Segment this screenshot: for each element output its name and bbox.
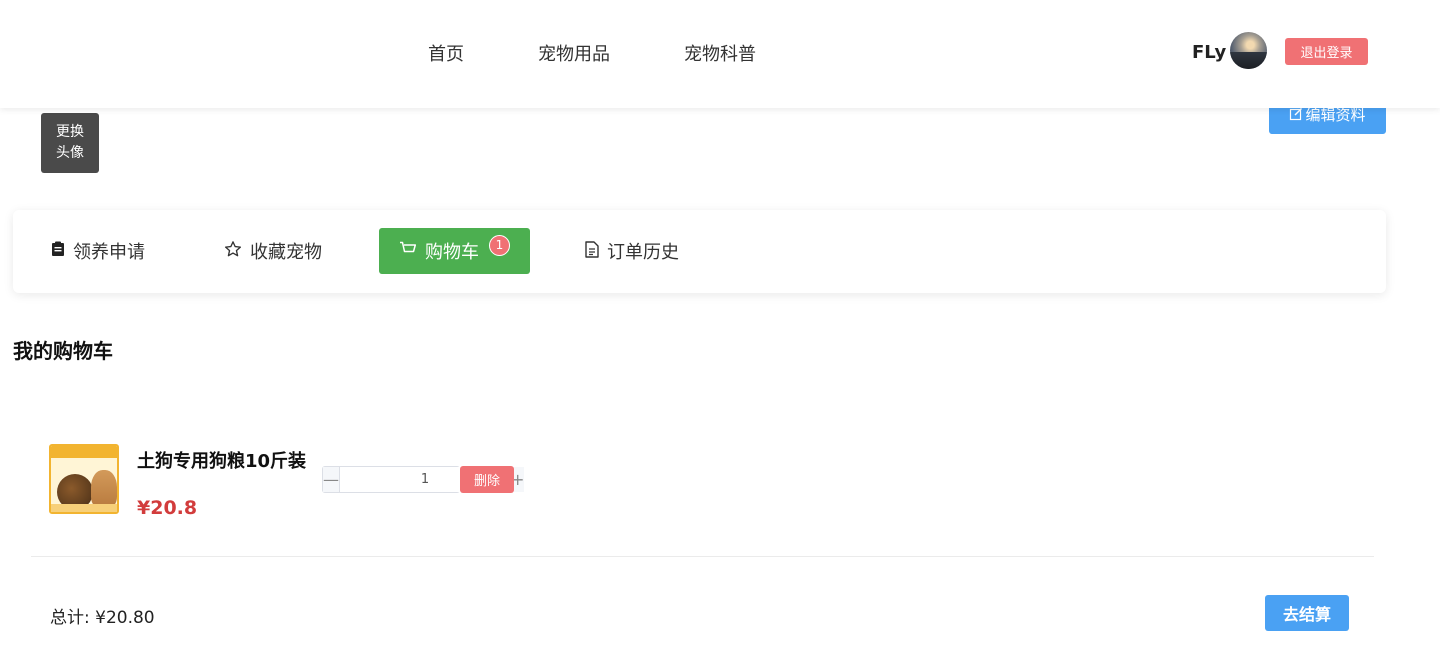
quantity-stepper: — + xyxy=(322,466,525,493)
document-icon xyxy=(585,240,599,262)
edit-icon xyxy=(1289,107,1303,125)
clipboard-icon xyxy=(51,241,65,261)
minus-icon: — xyxy=(323,470,339,489)
nav-home[interactable]: 首页 xyxy=(428,40,464,66)
logout-button[interactable]: 退出登录 xyxy=(1285,38,1368,65)
decrease-quantity-button[interactable]: — xyxy=(323,467,340,492)
nav-pet-knowledge[interactable]: 宠物科普 xyxy=(684,40,756,66)
tab-label: 领养申请 xyxy=(73,242,145,263)
tab-label: 收藏宠物 xyxy=(250,242,322,263)
cart-icon xyxy=(399,241,417,261)
product-price: ¥20.8 xyxy=(137,497,198,519)
user-name: FLy xyxy=(1192,42,1227,63)
tab-order-history[interactable]: 订单历史 xyxy=(585,228,679,274)
page: 首页 宠物用品 宠物科普 FLy 退出登录 更换 头像 编辑资料 领养申请 收藏宠… xyxy=(0,0,1440,671)
product-image xyxy=(49,444,119,514)
tab-label: 购物车 xyxy=(425,242,479,263)
change-avatar-label: 更换 头像 xyxy=(56,124,84,161)
product-name[interactable]: 土狗专用狗粮10斤装 xyxy=(137,447,306,473)
delete-item-button[interactable]: 删除 xyxy=(460,466,514,493)
avatar[interactable] xyxy=(1230,32,1267,69)
cart-count-badge: 1 xyxy=(489,234,510,256)
tab-label: 订单历史 xyxy=(607,242,679,263)
cart-title: 我的购物车 xyxy=(13,339,113,363)
tab-shopping-cart[interactable]: 购物车 1 xyxy=(379,228,530,274)
checkout-button[interactable]: 去结算 xyxy=(1265,595,1349,631)
tab-favorite-pets[interactable]: 收藏宠物 xyxy=(224,228,322,274)
cart-total: 总计: ¥20.80 xyxy=(50,608,155,628)
star-icon xyxy=(224,240,242,262)
tab-adoption-applications[interactable]: 领养申请 xyxy=(51,228,145,274)
divider xyxy=(31,556,1374,557)
profile-tabs: 领养申请 收藏宠物 购物车 1 订单历史 xyxy=(13,210,1386,293)
nav-pet-supplies[interactable]: 宠物用品 xyxy=(538,40,610,66)
top-header: 首页 宠物用品 宠物科普 FLy 退出登录 xyxy=(0,0,1440,108)
change-avatar-button[interactable]: 更换 头像 xyxy=(41,113,99,173)
